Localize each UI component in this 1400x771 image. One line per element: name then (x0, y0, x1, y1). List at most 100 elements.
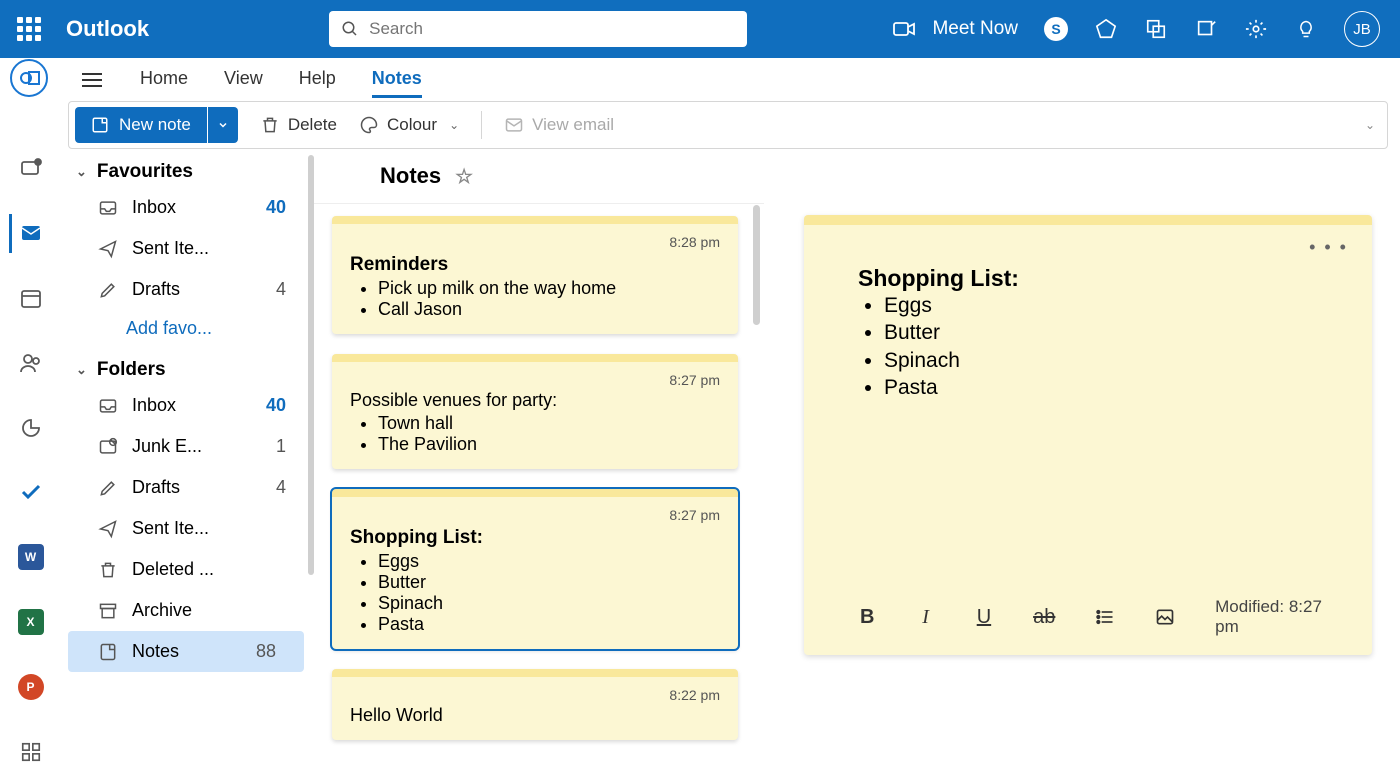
folder-item[interactable]: Drafts4 (58, 467, 314, 508)
waffle-icon (17, 17, 41, 41)
skype-icon[interactable]: S (1044, 17, 1068, 41)
folder-label: Inbox (132, 197, 176, 218)
italic-button[interactable]: I (916, 606, 934, 629)
rail-excel-icon[interactable]: X (9, 603, 49, 642)
search-icon (341, 20, 359, 38)
note-card[interactable]: 8:28 pmRemindersPick up milk on the way … (332, 216, 738, 334)
folder-item[interactable]: Archive (58, 590, 314, 631)
outlook-round-icon[interactable] (10, 59, 48, 97)
tips-icon[interactable] (1294, 17, 1318, 41)
folder-icon (98, 519, 118, 539)
strikethrough-button[interactable]: ab (1033, 606, 1055, 629)
folder-label: Drafts (132, 279, 180, 300)
ribbon-toolbar: New note Delete Colour ⌄ View email ⌄ (68, 101, 1388, 149)
folder-item[interactable]: Inbox40 (58, 385, 314, 426)
rail-more-apps-icon[interactable] (9, 732, 49, 771)
nav-toggle-button[interactable] (72, 73, 112, 87)
search-input[interactable] (369, 19, 735, 39)
note-card-item: Town hall (378, 413, 720, 434)
rail-calendar-icon[interactable] (9, 279, 49, 318)
tab-home[interactable]: Home (140, 62, 188, 98)
settings-icon[interactable] (1244, 17, 1268, 41)
favourites-header[interactable]: ⌄ Favourites (76, 161, 314, 183)
image-button[interactable] (1155, 607, 1175, 627)
folder-item[interactable]: Deleted ... (58, 549, 314, 590)
note-card-title: Reminders (350, 254, 720, 276)
note-card[interactable]: 8:22 pmHello World (332, 669, 738, 740)
view-email-button: View email (504, 115, 614, 135)
meet-now-button[interactable]: Meet Now (892, 17, 1018, 41)
premium-icon[interactable] (1094, 17, 1118, 41)
meet-now-label: Meet Now (932, 18, 1018, 40)
folder-label: Junk E... (132, 436, 202, 457)
folder-label: Inbox (132, 395, 176, 416)
rail-people-icon[interactable] (9, 343, 49, 382)
tab-view[interactable]: View (224, 62, 263, 98)
note-body-item: Butter (884, 319, 1332, 346)
add-favourite-link[interactable]: Add favo... (58, 310, 314, 347)
ribbon-expand-button[interactable]: ⌄ (1359, 118, 1381, 132)
rail-powerpoint-icon[interactable]: P (9, 667, 49, 706)
note-editor[interactable]: • • • Shopping List: EggsButterSpinachPa… (804, 215, 1372, 655)
rail-mail-icon[interactable] (9, 214, 49, 253)
folder-item[interactable]: Drafts 4 (58, 269, 314, 310)
video-icon (892, 17, 916, 41)
translate-icon[interactable] (1144, 17, 1168, 41)
folder-label: Deleted ... (132, 559, 214, 580)
favourites-label: Favourites (97, 161, 193, 183)
folders-header[interactable]: ⌄ Folders (76, 359, 314, 381)
tab-notes[interactable]: Notes (372, 62, 422, 98)
new-note-button[interactable]: New note (75, 107, 207, 143)
app-launcher-button[interactable] (0, 17, 58, 41)
folder-icon (98, 239, 118, 259)
chevron-down-icon: ⌄ (76, 164, 87, 180)
folder-item[interactable]: Notes88 (68, 631, 304, 672)
folder-count: 88 (256, 641, 276, 662)
chevron-down-icon: ⌄ (76, 362, 87, 378)
tab-help[interactable]: Help (299, 62, 336, 98)
note-card[interactable]: 8:27 pmPossible venues for party:Town ha… (332, 354, 738, 469)
note-body-item: Spinach (884, 347, 1332, 374)
underline-button[interactable]: U (975, 606, 993, 629)
search-box[interactable] (329, 11, 747, 47)
note-body-item: Pasta (884, 374, 1332, 401)
star-outline-icon[interactable]: ☆ (455, 164, 473, 189)
folder-item[interactable]: Sent Ite... (58, 228, 314, 269)
announcement-icon[interactable] (1194, 17, 1218, 41)
rail-todo-icon[interactable] (9, 473, 49, 512)
folder-icon (98, 280, 118, 300)
rail-new-mail-icon[interactable] (9, 149, 49, 188)
folders-label: Folders (97, 359, 166, 381)
folder-icon (98, 396, 118, 416)
mail-icon (504, 115, 524, 135)
note-card[interactable]: 8:27 pmShopping List:EggsButterSpinachPa… (332, 489, 738, 649)
note-card-item: Spinach (378, 593, 720, 614)
folder-count: 4 (276, 477, 286, 498)
note-card-item: Eggs (378, 551, 720, 572)
note-more-icon[interactable]: • • • (1309, 237, 1348, 258)
folder-icon (98, 560, 118, 580)
notes-header-label: Notes (380, 163, 441, 189)
delete-button[interactable]: Delete (260, 115, 337, 135)
bold-button[interactable]: B (858, 606, 876, 629)
modified-label: Modified: 8:27 pm (1215, 597, 1332, 637)
left-app-rail: W X P (0, 149, 58, 771)
folder-count: 1 (276, 436, 286, 457)
notes-scrollbar[interactable] (753, 205, 760, 325)
new-note-dropdown[interactable] (208, 107, 238, 143)
account-avatar[interactable]: JB (1344, 11, 1380, 47)
note-card-time: 8:27 pm (350, 372, 720, 388)
folder-item[interactable]: Sent Ite... (58, 508, 314, 549)
folder-item[interactable]: Junk E... 1 (58, 426, 314, 467)
reading-pane: • • • Shopping List: EggsButterSpinachPa… (764, 149, 1400, 771)
note-card-item: Pasta (378, 614, 720, 635)
colour-button[interactable]: Colour ⌄ (359, 115, 459, 135)
note-card-item: Call Jason (378, 299, 720, 320)
folder-item[interactable]: Inbox40 (58, 187, 314, 228)
folder-count: 4 (276, 279, 286, 300)
rail-files-icon[interactable] (9, 408, 49, 447)
rail-word-icon[interactable]: W (9, 538, 49, 577)
folder-icon (98, 478, 118, 498)
bullet-list-button[interactable] (1095, 607, 1115, 627)
note-card-item: The Pavilion (378, 434, 720, 455)
